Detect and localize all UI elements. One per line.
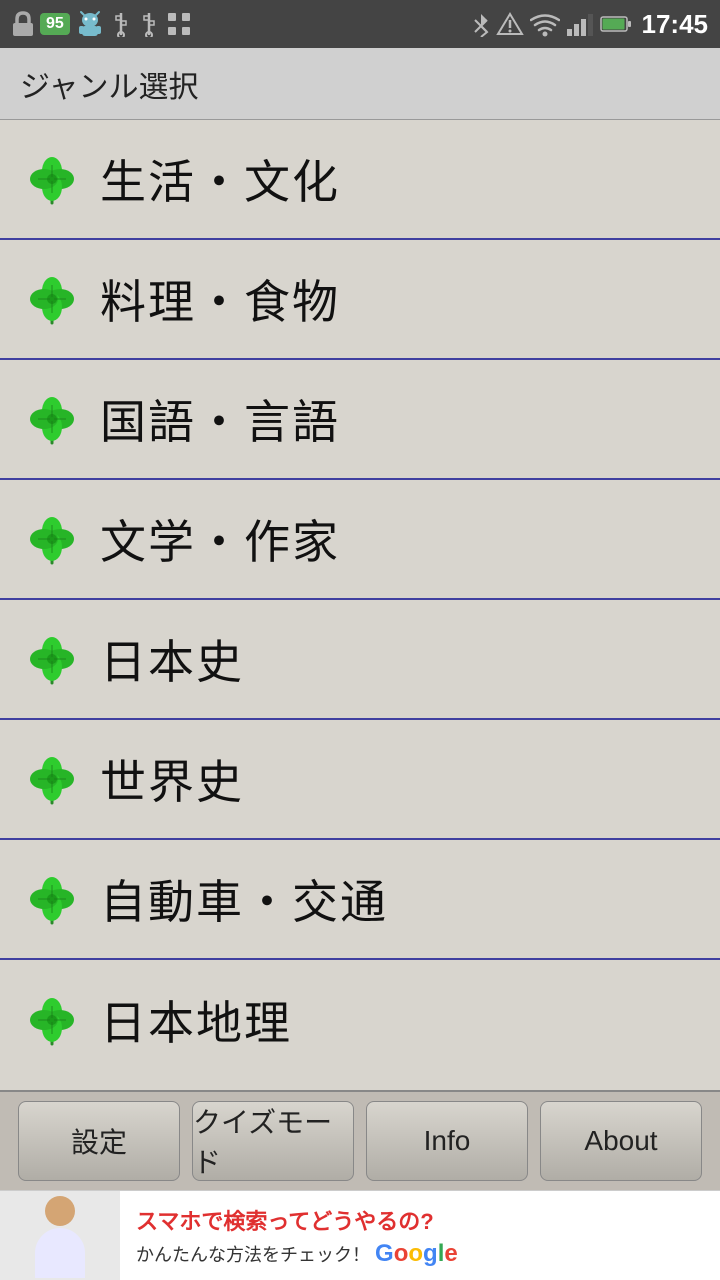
battery-level: 95 [46, 15, 64, 32]
clover-icon [24, 751, 80, 807]
list-item[interactable]: 世界史 [0, 720, 720, 840]
clover-icon [24, 511, 80, 567]
nav-button-settings[interactable]: 設定 [18, 1101, 180, 1181]
status-icons-left: 95 [12, 10, 192, 38]
list-item[interactable]: 自動車・交通 [0, 840, 720, 960]
usb-icon-2 [138, 11, 160, 37]
item-label: 世界史 [100, 746, 244, 812]
clover-icon [24, 992, 80, 1048]
item-label: 文学・作家 [100, 506, 340, 572]
ad-main-text: スマホで検索ってどうやるの? [136, 1204, 704, 1236]
cell-signal-icon [566, 11, 594, 37]
google-logo: Google [375, 1240, 470, 1267]
clover-icon [24, 631, 80, 687]
battery-icon [600, 15, 632, 33]
item-label: 自動車・交通 [100, 866, 388, 932]
clover-icon [24, 271, 80, 327]
page-title: ジャンル選択 [20, 62, 199, 106]
ad-banner[interactable]: スマホで検索ってどうやるの? かんたんな方法をチェック！ Google [0, 1190, 720, 1280]
usb-icon-1 [110, 11, 132, 37]
settings-status-icon [166, 11, 192, 37]
bluetooth-icon [472, 11, 490, 37]
ad-image [0, 1191, 120, 1280]
main-list: 生活・文化 料理・食物 [0, 120, 720, 1160]
ad-sub-text: かんたんな方法をチェック！ Google [136, 1240, 704, 1268]
item-label: 日本地理 [100, 987, 292, 1053]
wifi-icon [530, 11, 560, 37]
list-item[interactable]: 文学・作家 [0, 480, 720, 600]
item-label: 日本史 [100, 626, 244, 692]
title-bar: ジャンル選択 [0, 48, 720, 120]
bottom-nav-bar: 設定クイズモードInfoAbout [0, 1090, 720, 1190]
ad-text-content: スマホで検索ってどうやるの? かんたんな方法をチェック！ Google [120, 1196, 720, 1276]
clover-icon [24, 151, 80, 207]
signal-icon [496, 10, 524, 38]
list-item[interactable]: 日本史 [0, 600, 720, 720]
battery-badge: 95 [40, 13, 70, 35]
item-label: 料理・食物 [100, 266, 340, 332]
android-icon [76, 10, 104, 38]
list-item[interactable]: 国語・言語 [0, 360, 720, 480]
list-item[interactable]: 生活・文化 [0, 120, 720, 240]
clover-icon [24, 391, 80, 447]
nav-button-info[interactable]: Info [366, 1101, 528, 1181]
item-label: 国語・言語 [100, 386, 340, 452]
nav-button-quiz-mode[interactable]: クイズモード [192, 1101, 354, 1181]
clover-icon [24, 871, 80, 927]
status-bar: 95 [0, 0, 720, 48]
time-display: 17:45 [642, 9, 709, 40]
nav-button-about[interactable]: About [540, 1101, 702, 1181]
list-item[interactable]: 料理・食物 [0, 240, 720, 360]
lock-icon [12, 11, 34, 37]
list-item[interactable]: 日本地理 [0, 960, 720, 1080]
status-icons-right: 17:45 [472, 9, 709, 40]
item-label: 生活・文化 [100, 146, 340, 212]
